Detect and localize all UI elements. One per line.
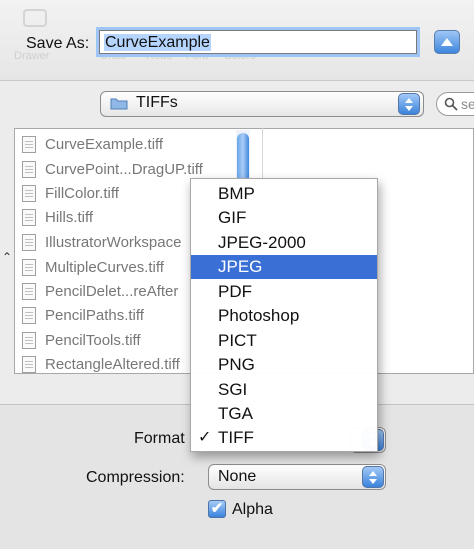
list-item[interactable]: RectangleAltered.tiff (22, 352, 180, 376)
compression-popup-arrows-icon[interactable] (362, 466, 384, 488)
compression-value: None (218, 468, 257, 485)
file-icon (22, 282, 36, 300)
folder-icon (110, 98, 128, 110)
menu-item-photoshop[interactable]: Photoshop (191, 304, 377, 328)
expand-dialog-button[interactable] (434, 30, 460, 54)
menu-item-tiff[interactable]: TIFF (191, 426, 377, 450)
list-item[interactable]: PencilTools.tiff (22, 328, 141, 352)
menu-item-pdf[interactable]: PDF (191, 280, 377, 304)
file-name: CurveExample.tiff (45, 135, 164, 153)
file-name: RectangleAltered.tiff (45, 355, 180, 373)
file-name: IllustratorWorkspace (45, 233, 182, 251)
file-list-scroll-thumb[interactable] (237, 133, 249, 183)
menu-item-sgi[interactable]: SGI (191, 378, 377, 402)
menu-item-png[interactable]: PNG (191, 353, 377, 377)
format-label: Format (134, 430, 185, 447)
file-name: PencilDelet...reAfter (45, 282, 179, 300)
file-icon (22, 258, 36, 276)
compression-label: Compression: (86, 469, 185, 486)
menu-item-jpeg[interactable]: JPEG (191, 255, 377, 279)
menu-item-tga[interactable]: TGA (191, 402, 377, 426)
file-name: Hills.tiff (45, 208, 94, 226)
chevron-up-icon (441, 38, 453, 46)
filename-input[interactable]: CurveExample (99, 30, 417, 54)
file-icon (22, 355, 36, 373)
menu-item-pict[interactable]: PICT (191, 329, 377, 353)
list-item[interactable]: IllustratorWorkspace (22, 230, 181, 254)
file-name: CurvePoint...DragUP.tiff (45, 160, 203, 178)
alpha-label: Alpha (232, 501, 273, 518)
list-item[interactable]: MultipleCurves.tiff (22, 255, 164, 279)
file-name: MultipleCurves.tiff (45, 258, 164, 276)
folder-popup-arrows-icon[interactable] (398, 93, 420, 115)
file-icon (22, 233, 36, 251)
scroll-left-icon[interactable]: ⌃ (2, 250, 12, 264)
file-icon (22, 331, 36, 349)
file-name: PencilTools.tiff (45, 331, 141, 349)
list-item[interactable]: FillColor.tiff (22, 181, 119, 205)
file-icon (22, 160, 36, 178)
filename-text: CurveExample (104, 34, 211, 51)
ghost-toolbar-icon (22, 6, 48, 31)
search-placeholder: se (461, 96, 474, 112)
file-icon (22, 306, 36, 324)
list-item[interactable]: Hills.tiff (22, 205, 93, 229)
checkmark-icon: ✓ (198, 429, 212, 446)
file-icon (22, 135, 36, 153)
menu-item-gif[interactable]: GIF (191, 206, 377, 230)
menu-item-bmp[interactable]: BMP (191, 182, 377, 206)
file-name: FillColor.tiff (45, 184, 119, 202)
menu-item-jpeg-2000[interactable]: JPEG-2000 (191, 231, 377, 255)
search-icon (444, 97, 458, 111)
list-item[interactable]: CurvePoint...DragUP.tiff (22, 157, 203, 181)
alpha-checkbox[interactable]: ✔ (208, 500, 226, 518)
file-name: PencilPaths.tiff (45, 306, 144, 324)
folder-name-label: TIFFs (136, 94, 178, 111)
list-item[interactable]: PencilDelet...reAfter (22, 279, 178, 303)
file-icon (22, 208, 36, 226)
save-as-label: Save As: (26, 35, 90, 52)
file-icon (22, 184, 36, 202)
list-item[interactable]: CurveExample.tiff (22, 132, 163, 156)
list-item[interactable]: PencilPaths.tiff (22, 303, 144, 327)
